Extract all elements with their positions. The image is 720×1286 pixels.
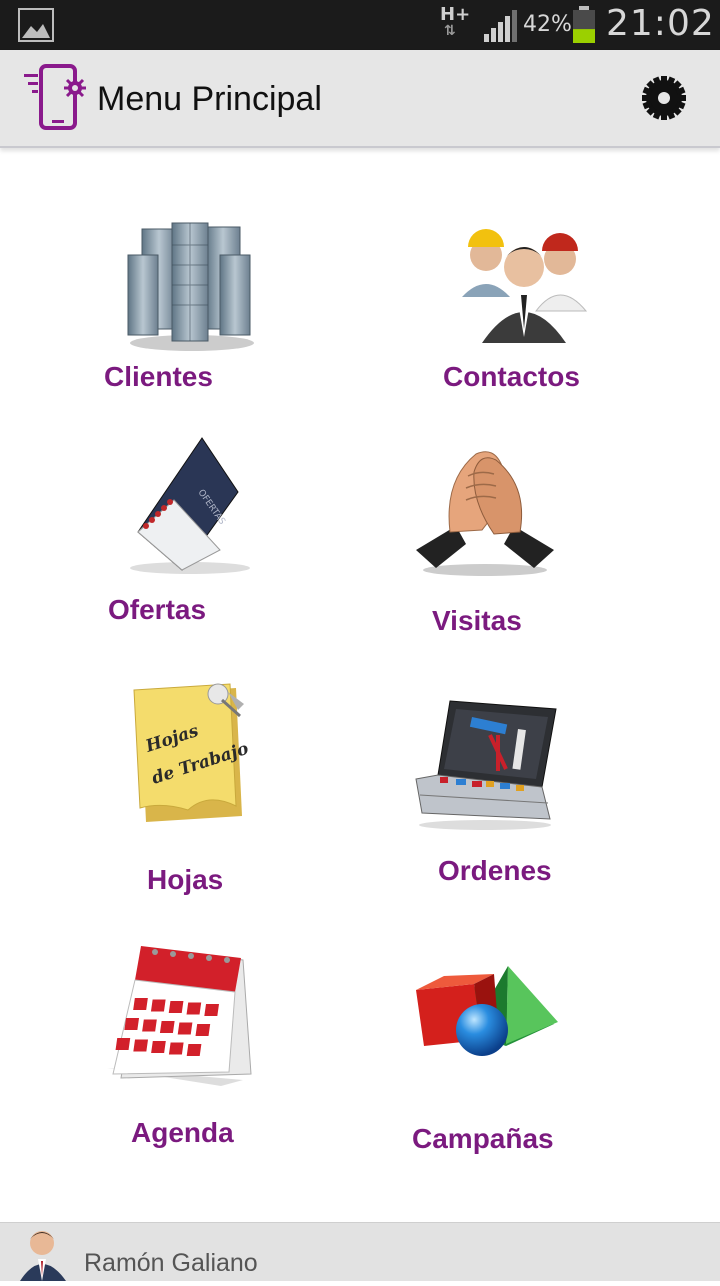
menu-item-label[interactable]: Hojas	[147, 864, 223, 896]
calendar-icon	[48, 940, 308, 1090]
sticky-note-icon: Hojas de Trabajo	[58, 680, 318, 832]
user-name: Ramón Galiano	[84, 1249, 258, 1277]
signal-icon	[484, 10, 518, 46]
menu-item-agenda[interactable]	[48, 940, 308, 1100]
user-footer[interactable]: Ramón Galiano	[0, 1222, 720, 1281]
status-bar: H+ ⇅ 42% 21:02	[0, 0, 720, 50]
menu-item-label[interactable]: Contactos	[443, 361, 580, 393]
menu-item-visitas[interactable]	[355, 440, 615, 630]
shapes-icon	[355, 960, 615, 1070]
network-indicator: H+ ⇅	[440, 4, 471, 40]
phone-settings-icon[interactable]	[20, 64, 86, 135]
menu-item-hojas[interactable]: Hojas de Trabajo	[58, 680, 318, 880]
menu-item-label[interactable]: Ordenes	[438, 855, 552, 887]
data-arrows-icon: ⇅	[444, 23, 456, 39]
menu-item-label[interactable]: Clientes	[104, 361, 213, 393]
buildings-icon	[60, 215, 320, 355]
menu-item-label[interactable]: Visitas	[432, 605, 522, 637]
menu-item-label[interactable]: Agenda	[131, 1117, 234, 1149]
battery-icon	[572, 6, 596, 48]
app-bar: Menu Principal	[0, 50, 720, 148]
handshake-icon	[355, 440, 615, 580]
user-avatar-icon	[20, 1225, 68, 1286]
menu-item-campanas[interactable]	[355, 960, 615, 1120]
gear-icon[interactable]	[640, 74, 688, 127]
menu-item-label[interactable]: Ofertas	[108, 594, 206, 626]
gallery-icon	[18, 8, 54, 46]
battery-percent: 42%	[523, 12, 572, 37]
toolbox-icon	[355, 695, 615, 831]
menu-item-ordenes[interactable]	[355, 695, 615, 865]
people-icon	[392, 215, 652, 355]
network-type: H+	[440, 4, 471, 25]
notebook-icon: OFERTAS	[60, 432, 320, 578]
menu-item-label[interactable]: Campañas	[412, 1123, 554, 1155]
page-title: Menu Principal	[97, 80, 322, 118]
clock: 21:02	[606, 3, 715, 44]
